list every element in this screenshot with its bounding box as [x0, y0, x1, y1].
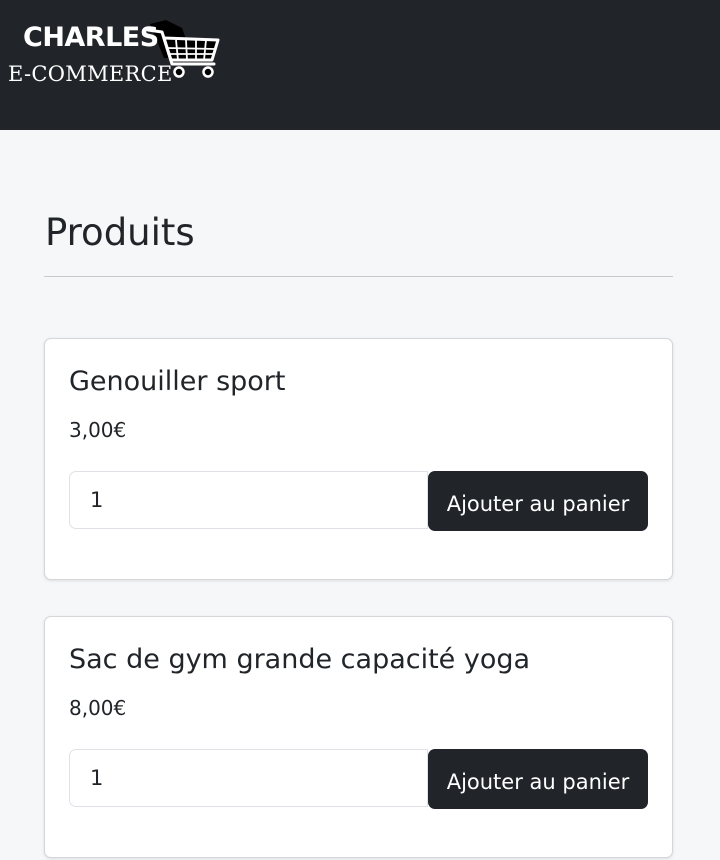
top-navbar: CHARLES E-COMMERCE	[0, 0, 720, 130]
product-name: Sac de gym grande capacité yoga	[69, 644, 531, 675]
add-to-cart-button[interactable]: Ajouter au panier	[428, 471, 648, 531]
quantity-input[interactable]	[69, 749, 428, 807]
product-card: Genouiller sport 3,00€ Ajouter au panier	[44, 338, 673, 580]
product-price: 8,00€	[69, 696, 127, 720]
title-divider	[44, 276, 673, 277]
brand-name-line1: CHARLES	[23, 22, 159, 53]
brand-name-line2: E-COMMERCE	[8, 62, 173, 86]
brand-logo[interactable]: CHARLES E-COMMERCE	[8, 18, 228, 92]
product-card: Sac de gym grande capacité yoga 8,00€ Aj…	[44, 616, 673, 858]
product-name: Genouiller sport	[69, 366, 286, 397]
product-price: 3,00€	[69, 418, 127, 442]
quantity-input[interactable]	[69, 471, 428, 529]
add-to-cart-button[interactable]: Ajouter au panier	[428, 749, 648, 809]
page-title: Produits	[45, 211, 195, 254]
